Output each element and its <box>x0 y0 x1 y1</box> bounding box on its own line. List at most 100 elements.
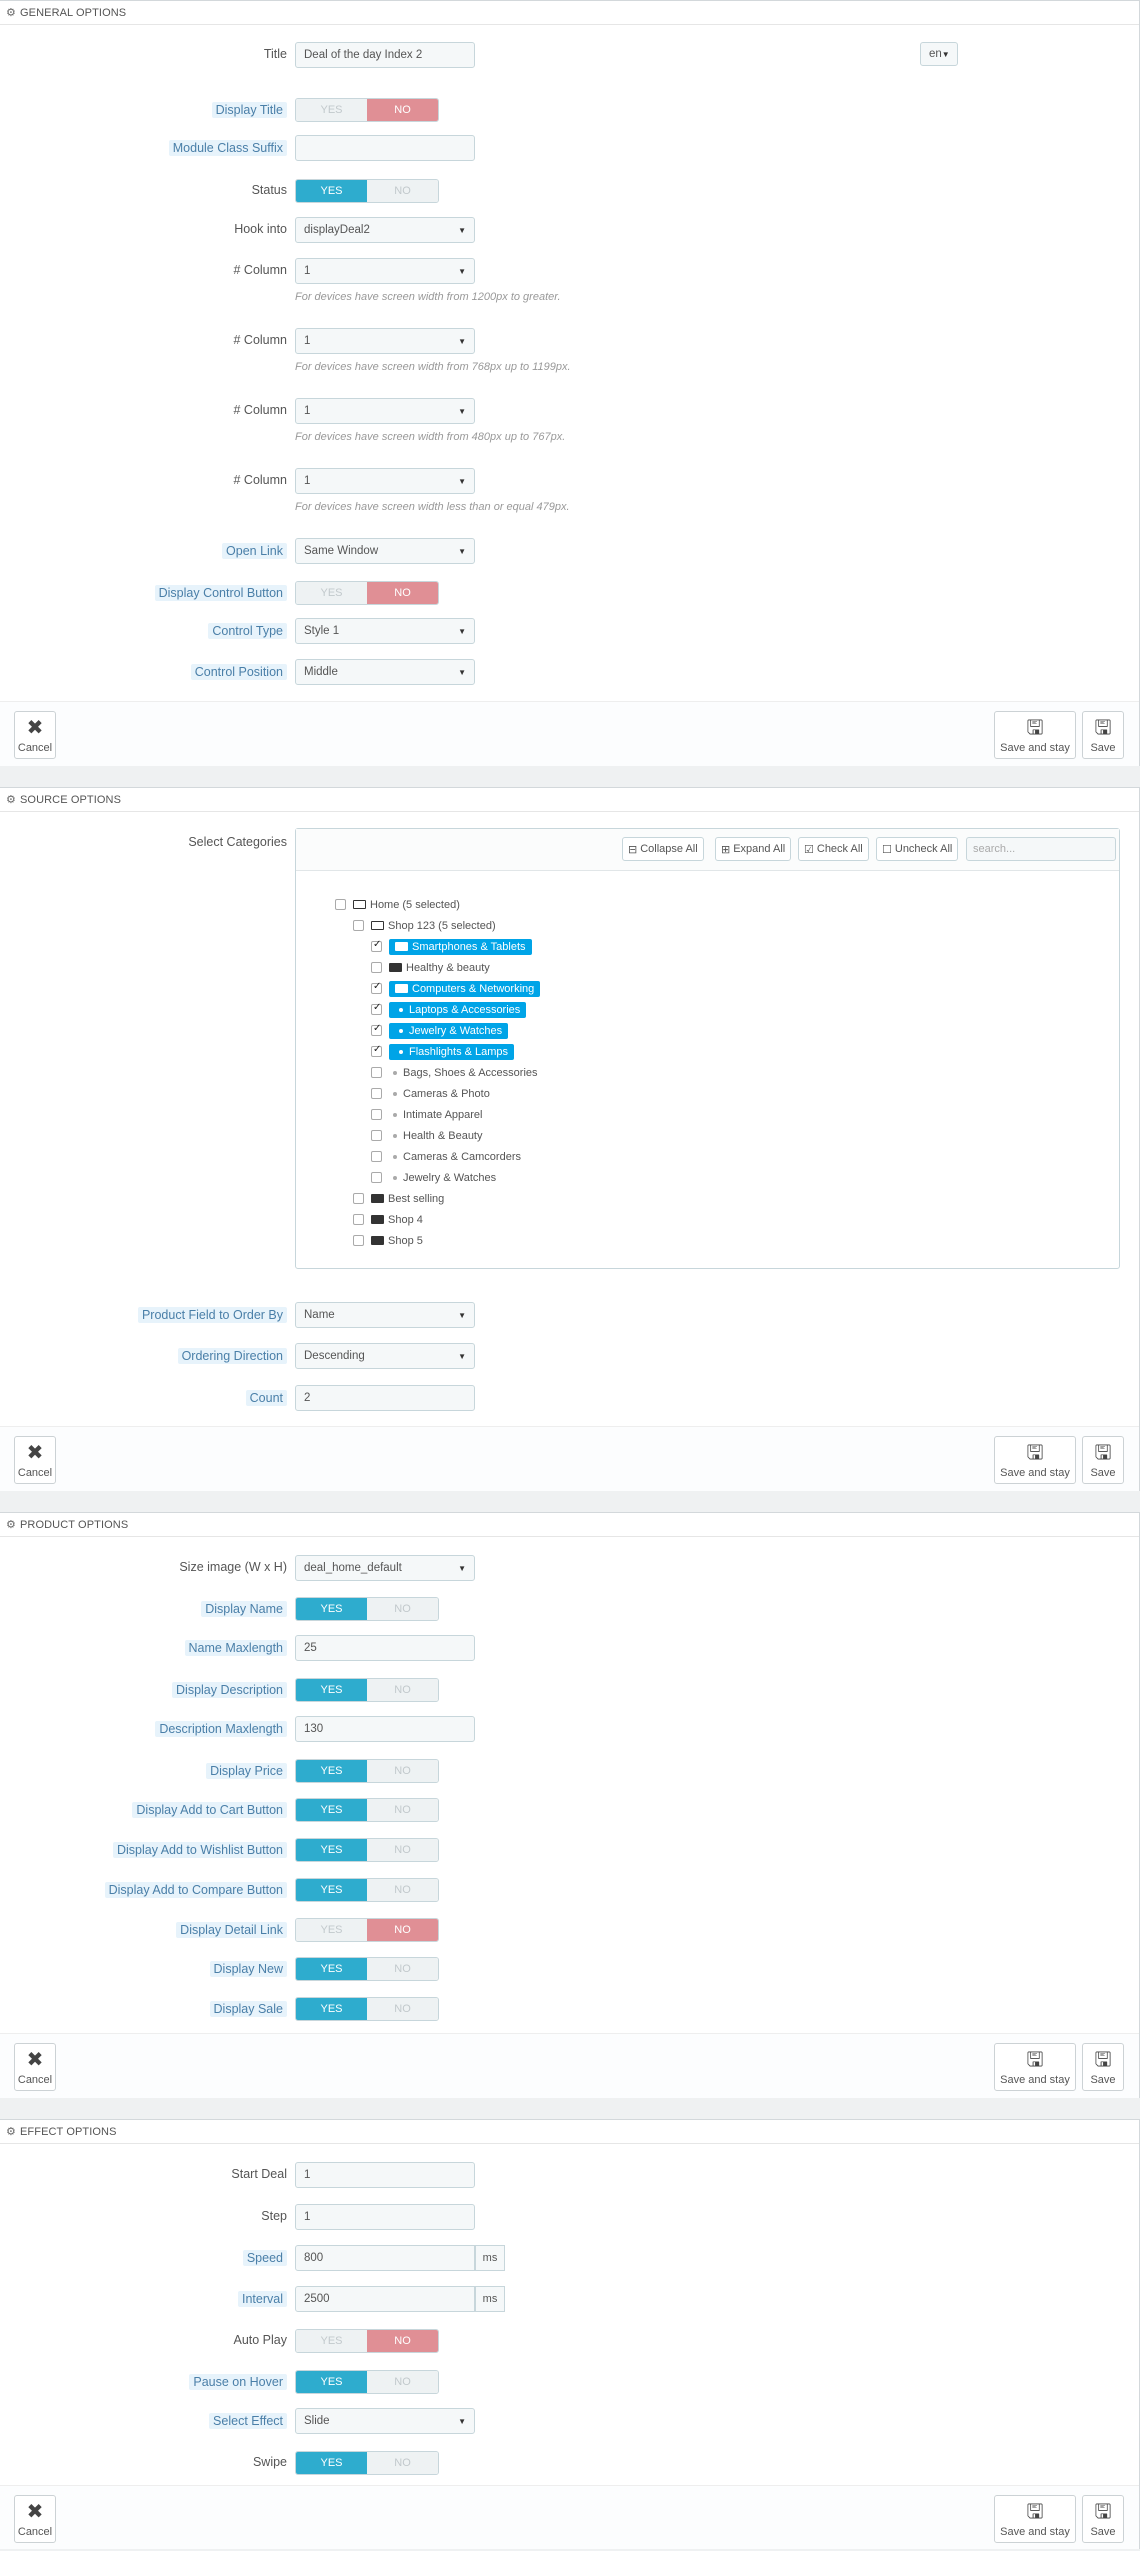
speed-input[interactable]: 800 <box>295 2245 475 2271</box>
control-position-select[interactable]: Middle ▼ <box>295 659 475 685</box>
toggle-yes[interactable]: YES <box>296 1799 367 1821</box>
save-and-stay-button[interactable]: 🖫 Save and stay <box>994 2043 1076 2091</box>
pause-on-hover-toggle[interactable]: YES NO <box>295 2370 439 2394</box>
toggle-yes[interactable]: YES <box>296 1760 367 1782</box>
checkbox[interactable] <box>371 1172 382 1183</box>
control-type-select[interactable]: Style 1 ▼ <box>295 618 475 644</box>
toggle-yes[interactable]: YES <box>296 1879 367 1901</box>
module-class-suffix-input[interactable] <box>295 135 475 161</box>
collapse-all-button[interactable]: ⊟ Collapse All <box>622 837 704 861</box>
tree-node-computers-networking[interactable]: Computers & Networking <box>371 980 541 997</box>
tree-node-cameras-camcorders[interactable]: Cameras & Camcorders <box>371 1148 521 1165</box>
name-maxlength-input[interactable]: 25 <box>295 1635 475 1661</box>
tree-node-jewelry-watches[interactable]: Jewelry & Watches <box>371 1022 509 1039</box>
language-select[interactable]: en ▼ <box>920 42 958 66</box>
toggle-no[interactable]: NO <box>367 1799 438 1821</box>
toggle-no[interactable]: NO <box>367 1679 438 1701</box>
count-input[interactable]: 2 <box>295 1385 475 1411</box>
cancel-button[interactable]: ✖ Cancel <box>14 711 56 759</box>
toggle-yes[interactable]: YES <box>296 1598 367 1620</box>
toggle-yes[interactable]: YES <box>296 99 367 121</box>
toggle-no[interactable]: NO <box>367 1998 438 2020</box>
toggle-no[interactable]: NO <box>367 1598 438 1620</box>
toggle-no[interactable]: NO <box>367 2452 438 2474</box>
toggle-no[interactable]: NO <box>367 2371 438 2393</box>
checkbox[interactable] <box>371 1109 382 1120</box>
toggle-no[interactable]: NO <box>367 1919 438 1941</box>
expand-all-button[interactable]: ⊞ Expand All <box>715 837 792 861</box>
toggle-no[interactable]: NO <box>367 582 438 604</box>
tree-node-bags-shoes[interactable]: Bags, Shoes & Accessories <box>371 1064 538 1081</box>
check-all-button[interactable]: ☑ Check All <box>798 837 869 861</box>
step-input[interactable]: 1 <box>295 2204 475 2230</box>
toggle-no[interactable]: NO <box>367 1839 438 1861</box>
ordering-direction-select[interactable]: Descending ▼ <box>295 1343 475 1369</box>
open-link-select[interactable]: Same Window ▼ <box>295 538 475 564</box>
tree-search-input[interactable]: search... <box>966 837 1116 861</box>
display-add-to-cart-toggle[interactable]: YES NO <box>295 1798 439 1822</box>
cancel-button[interactable]: ✖ Cancel <box>14 2043 56 2091</box>
display-add-to-wishlist-toggle[interactable]: YES NO <box>295 1838 439 1862</box>
toggle-no[interactable]: NO <box>367 1879 438 1901</box>
tree-node-laptops-accessories[interactable]: Laptops & Accessories <box>371 1001 527 1018</box>
checkbox[interactable] <box>371 1088 382 1099</box>
checkbox[interactable] <box>353 920 364 931</box>
display-add-to-compare-toggle[interactable]: YES NO <box>295 1878 439 1902</box>
checkbox[interactable] <box>371 1067 382 1078</box>
tree-node-smartphones-tablets[interactable]: Smartphones & Tablets <box>371 938 532 955</box>
select-effect-select[interactable]: Slide ▼ <box>295 2408 475 2434</box>
save-and-stay-button[interactable]: 🖫 Save and stay <box>994 1436 1076 1484</box>
save-button[interactable]: 🖫 Save <box>1082 2495 1124 2543</box>
tree-node-flashlights-lamps[interactable]: Flashlights & Lamps <box>371 1043 515 1060</box>
column-select-3[interactable]: 1 ▼ <box>295 398 475 424</box>
toggle-yes[interactable]: YES <box>296 1679 367 1701</box>
checkbox[interactable] <box>371 1023 382 1036</box>
tree-node-shop-5[interactable]: Shop 5 <box>353 1232 423 1249</box>
display-new-toggle[interactable]: YES NO <box>295 1957 439 1981</box>
toggle-yes[interactable]: YES <box>296 582 367 604</box>
display-control-button-toggle[interactable]: YES NO <box>295 581 439 605</box>
toggle-yes[interactable]: YES <box>296 1919 367 1941</box>
start-deal-input[interactable]: 1 <box>295 2162 475 2188</box>
tree-node-shop-123[interactable]: Shop 123 (5 selected) <box>353 917 496 934</box>
toggle-no[interactable]: NO <box>367 1958 438 1980</box>
tree-node-best-selling[interactable]: Best selling <box>353 1190 444 1207</box>
swipe-toggle[interactable]: YES NO <box>295 2451 439 2475</box>
title-input[interactable]: Deal of the day Index 2 <box>295 42 475 68</box>
save-button[interactable]: 🖫 Save <box>1082 711 1124 759</box>
toggle-yes[interactable]: YES <box>296 2330 367 2352</box>
display-name-toggle[interactable]: YES NO <box>295 1597 439 1621</box>
size-image-select[interactable]: deal_home_default ▼ <box>295 1555 475 1581</box>
save-button[interactable]: 🖫 Save <box>1082 1436 1124 1484</box>
toggle-yes[interactable]: YES <box>296 2371 367 2393</box>
toggle-yes[interactable]: YES <box>296 1958 367 1980</box>
toggle-no[interactable]: NO <box>367 180 438 202</box>
checkbox[interactable] <box>371 1044 382 1057</box>
checkbox[interactable] <box>335 899 346 910</box>
status-toggle[interactable]: YES NO <box>295 179 439 203</box>
toggle-yes[interactable]: YES <box>296 1839 367 1861</box>
display-detail-link-toggle[interactable]: YES NO <box>295 1918 439 1942</box>
tree-node-jewelry-watches-2[interactable]: Jewelry & Watches <box>371 1169 496 1186</box>
hook-into-select[interactable]: displayDeal2 ▼ <box>295 217 475 243</box>
uncheck-all-button[interactable]: ☐ Uncheck All <box>876 837 959 861</box>
toggle-yes[interactable]: YES <box>296 2452 367 2474</box>
order-by-select[interactable]: Name ▼ <box>295 1302 475 1328</box>
checkbox[interactable] <box>371 962 382 973</box>
display-description-toggle[interactable]: YES NO <box>295 1678 439 1702</box>
checkbox[interactable] <box>371 1130 382 1141</box>
tree-node-intimate-apparel[interactable]: Intimate Apparel <box>371 1106 483 1123</box>
toggle-no[interactable]: NO <box>367 2330 438 2352</box>
save-and-stay-button[interactable]: 🖫 Save and stay <box>994 711 1076 759</box>
checkbox[interactable] <box>353 1193 364 1204</box>
toggle-yes[interactable]: YES <box>296 180 367 202</box>
column-select-2[interactable]: 1 ▼ <box>295 328 475 354</box>
checkbox[interactable] <box>371 1151 382 1162</box>
column-select-4[interactable]: 1 ▼ <box>295 468 475 494</box>
cancel-button[interactable]: ✖ Cancel <box>14 2495 56 2543</box>
display-sale-toggle[interactable]: YES NO <box>295 1997 439 2021</box>
toggle-no[interactable]: NO <box>367 99 438 121</box>
toggle-yes[interactable]: YES <box>296 1998 367 2020</box>
save-button[interactable]: 🖫 Save <box>1082 2043 1124 2091</box>
display-title-toggle[interactable]: YES NO <box>295 98 439 122</box>
